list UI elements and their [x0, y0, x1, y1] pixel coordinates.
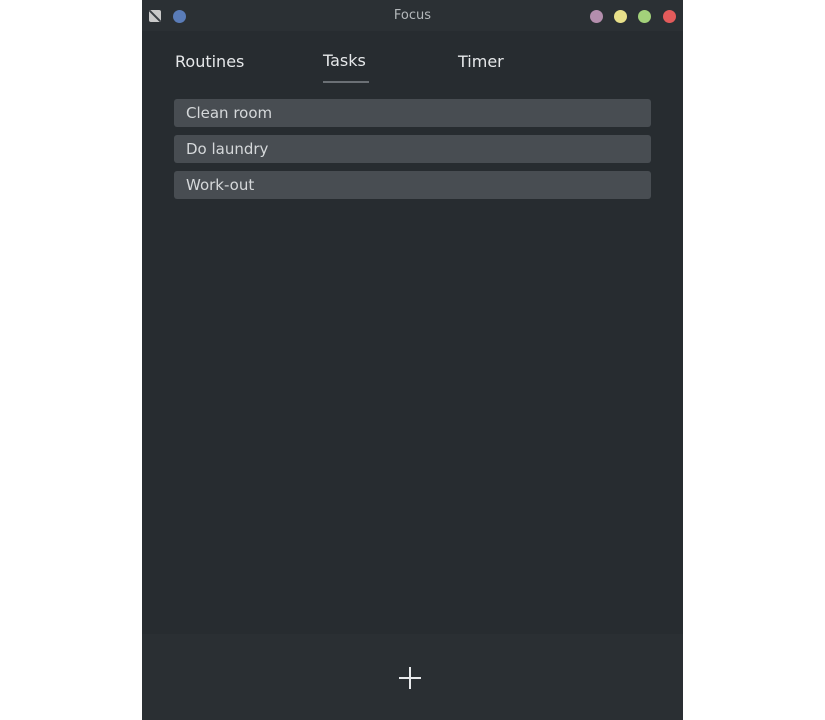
tab-bar: Routines Tasks Timer	[142, 50, 683, 86]
minimize-icon[interactable]	[590, 10, 603, 23]
task-list: Clean room Do laundry Work-out	[174, 99, 651, 207]
footer-bar	[142, 634, 683, 720]
task-item-clean-room[interactable]: Clean room	[174, 99, 651, 127]
app-window: Focus Routines Tasks Timer Clean room Do…	[142, 0, 683, 720]
active-tab-indicator	[323, 81, 369, 83]
title-bar[interactable]: Focus	[142, 0, 683, 31]
task-item-do-laundry[interactable]: Do laundry	[174, 135, 651, 163]
close-icon[interactable]	[663, 10, 676, 23]
tab-routines[interactable]: Routines	[175, 52, 244, 71]
restore-icon[interactable]	[638, 10, 651, 23]
tab-timer[interactable]: Timer	[458, 52, 504, 71]
add-task-button[interactable]	[399, 667, 421, 689]
plus-icon-vertical	[409, 667, 411, 689]
maximize-icon[interactable]	[614, 10, 627, 23]
tab-tasks[interactable]: Tasks	[323, 51, 366, 70]
task-item-work-out[interactable]: Work-out	[174, 171, 651, 199]
